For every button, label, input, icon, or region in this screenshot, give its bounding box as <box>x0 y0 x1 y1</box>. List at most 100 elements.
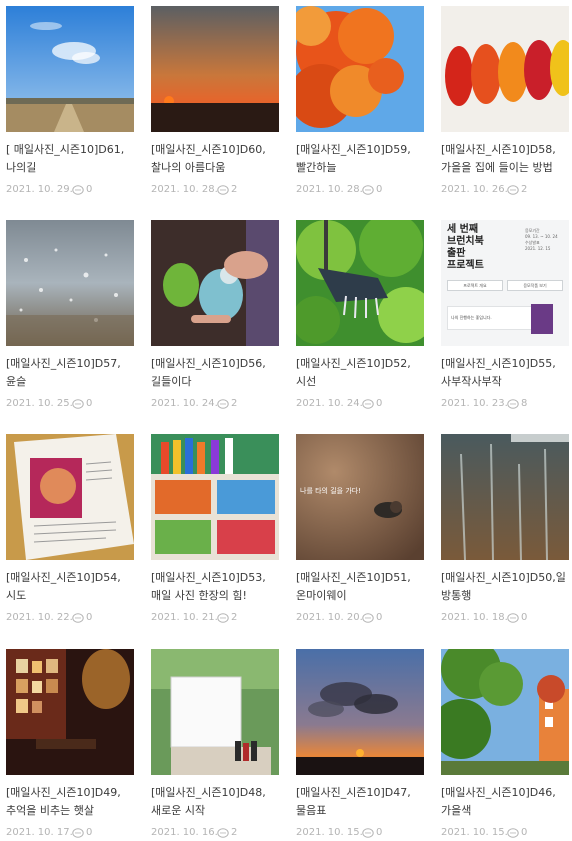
post-thumbnail[interactable] <box>441 6 569 132</box>
post-title[interactable]: [매일사진_시즌10]D50,일방통행 <box>441 569 569 605</box>
post-meta: 2021. 10. 25. 0 <box>6 398 134 412</box>
post-meta: 2021. 10. 15. 0 <box>441 827 569 841</box>
comment-icon <box>362 399 374 409</box>
comment-count: 8 <box>521 398 528 409</box>
post-title[interactable]: [매일사진_시즌10]D60, 찰나의 아름다움 <box>151 141 279 177</box>
post-grid: [ 매일사진_시즌10]D61, 나의길 2021. 10. 29. 0 [매일… <box>0 0 572 838</box>
comment-icon <box>507 828 519 838</box>
comment-count: 0 <box>86 827 93 838</box>
post-title[interactable]: [매일사진_시즌10]D47, 물음표 <box>296 784 424 820</box>
post-meta: 2021. 10. 24. 0 <box>296 398 424 412</box>
post-date: 2021. 10. 29. <box>6 184 73 195</box>
post-thumbnail[interactable] <box>151 649 279 775</box>
post-date: 2021. 10. 25. <box>6 398 73 409</box>
post-meta: 2021. 10. 28. 2 <box>151 184 279 198</box>
post-thumbnail[interactable] <box>6 649 134 775</box>
post-meta: 2021. 10. 29. 0 <box>6 184 134 198</box>
post-date: 2021. 10. 15. <box>296 827 363 838</box>
poster-button: 프로젝트 개요 <box>447 280 503 291</box>
post-meta: 2021. 10. 23. 8 <box>441 398 569 412</box>
post-title[interactable]: [매일사진_시즌10]D56, 길들이다 <box>151 355 279 391</box>
post-date: 2021. 10. 24. <box>151 398 218 409</box>
poster-book-cover <box>531 304 553 334</box>
post-title[interactable]: [매일사진_시즌10]D59, 빨간하늘 <box>296 141 424 177</box>
post-meta: 2021. 10. 21. 2 <box>151 612 279 626</box>
post-meta: 2021. 10. 15. 0 <box>296 827 424 841</box>
post-meta: 2021. 10. 24. 2 <box>151 398 279 412</box>
comment-icon <box>217 613 229 623</box>
poster-button: 응모작품 보기 <box>507 280 563 291</box>
post-meta: 2021. 10. 28. 0 <box>296 184 424 198</box>
comment-icon <box>362 185 374 195</box>
post-title[interactable]: [매일사진_시즌10]D53, 매일 사진 한장의 힘! <box>151 569 279 605</box>
post-date: 2021. 10. 22. <box>6 612 73 623</box>
comment-count: 0 <box>376 398 383 409</box>
comment-icon <box>217 185 229 195</box>
post-thumbnail[interactable] <box>441 649 569 775</box>
comment-icon <box>72 613 84 623</box>
comment-icon <box>72 828 84 838</box>
comment-icon <box>507 613 519 623</box>
post-title[interactable]: [매일사진_시즌10]D49, 추억을 비추는 햇살 <box>6 784 134 820</box>
comment-count: 0 <box>521 612 528 623</box>
comment-count: 2 <box>231 398 238 409</box>
post-title[interactable]: [매일사진_시즌10]D51, 온마이웨이 <box>296 569 424 605</box>
comment-count: 2 <box>521 184 528 195</box>
post-thumbnail[interactable]: 세 번째 브런치북 출판 프로젝트 응모기간 09. 13. ~ 10. 24 수상발표 2… <box>441 220 569 346</box>
post-date: 2021. 10. 28. <box>296 184 363 195</box>
post-meta: 2021. 10. 22. 0 <box>6 612 134 626</box>
comment-count: 2 <box>231 827 238 838</box>
post-thumbnail[interactable] <box>151 6 279 132</box>
post-title[interactable]: [매일사진_시즌10]D52, 시선 <box>296 355 424 391</box>
post-date: 2021. 10. 16. <box>151 827 218 838</box>
poster-heading: 세 번째 브런치북 출판 프로젝트 <box>447 224 484 271</box>
post-date: 2021. 10. 28. <box>151 184 218 195</box>
post-title[interactable]: [매일사진_시즌10]D57, 윤슬 <box>6 355 134 391</box>
comment-icon <box>217 828 229 838</box>
post-thumbnail[interactable]: 나를 타의 길을 가다! <box>296 434 424 560</box>
comment-icon <box>72 399 84 409</box>
comment-count: 0 <box>521 827 528 838</box>
post-title[interactable]: [매일사진_시즌10]D46, 가을색 <box>441 784 569 820</box>
poster-note: 나의 진행하는 좋입니다. <box>447 306 532 330</box>
post-meta: 2021. 10. 20. 0 <box>296 612 424 626</box>
comment-icon <box>507 185 519 195</box>
post-date: 2021. 10. 21. <box>151 612 218 623</box>
comment-count: 0 <box>86 612 93 623</box>
post-thumbnail[interactable] <box>441 434 569 560</box>
post-meta: 2021. 10. 26. 2 <box>441 184 569 198</box>
post-thumbnail[interactable] <box>6 220 134 346</box>
post-title[interactable]: [ 매일사진_시즌10]D61, 나의길 <box>6 141 134 177</box>
post-thumbnail[interactable] <box>296 220 424 346</box>
post-title[interactable]: [매일사진_시즌10]D55, 사부작사부작 <box>441 355 569 391</box>
comment-count: 0 <box>376 827 383 838</box>
post-thumbnail[interactable] <box>6 6 134 132</box>
photo-caption: 나를 타의 길을 가다! <box>300 487 362 495</box>
post-thumbnail[interactable] <box>151 434 279 560</box>
post-thumbnail[interactable] <box>296 6 424 132</box>
poster-schedule: 응모기간 09. 13. ~ 10. 24 수상발표 2021. 12. 15 <box>525 228 558 251</box>
post-title[interactable]: [매일사진_시즌10]D54, 시도 <box>6 569 134 605</box>
post-date: 2021. 10. 18. <box>441 612 508 623</box>
post-meta: 2021. 10. 17. 0 <box>6 827 134 841</box>
post-thumbnail[interactable] <box>151 220 279 346</box>
comment-icon <box>72 185 84 195</box>
post-date: 2021. 10. 17. <box>6 827 73 838</box>
post-date: 2021. 10. 26. <box>441 184 508 195</box>
comment-count: 2 <box>231 612 238 623</box>
post-thumbnail[interactable] <box>6 434 134 560</box>
post-title[interactable]: [매일사진_시즌10]D48, 새로운 시작 <box>151 784 279 820</box>
comment-icon <box>217 399 229 409</box>
post-date: 2021. 10. 23. <box>441 398 508 409</box>
post-meta: 2021. 10. 18. 0 <box>441 612 569 626</box>
comment-count: 0 <box>376 184 383 195</box>
post-thumbnail[interactable] <box>296 649 424 775</box>
comment-icon <box>362 828 374 838</box>
post-date: 2021. 10. 15. <box>441 827 508 838</box>
post-title[interactable]: [매일사진_시즌10]D58, 가을을 집에 들이는 방법 <box>441 141 569 177</box>
comment-icon <box>362 613 374 623</box>
comment-count: 2 <box>231 184 238 195</box>
comment-count: 0 <box>376 612 383 623</box>
post-date: 2021. 10. 20. <box>296 612 363 623</box>
comment-count: 0 <box>86 184 93 195</box>
